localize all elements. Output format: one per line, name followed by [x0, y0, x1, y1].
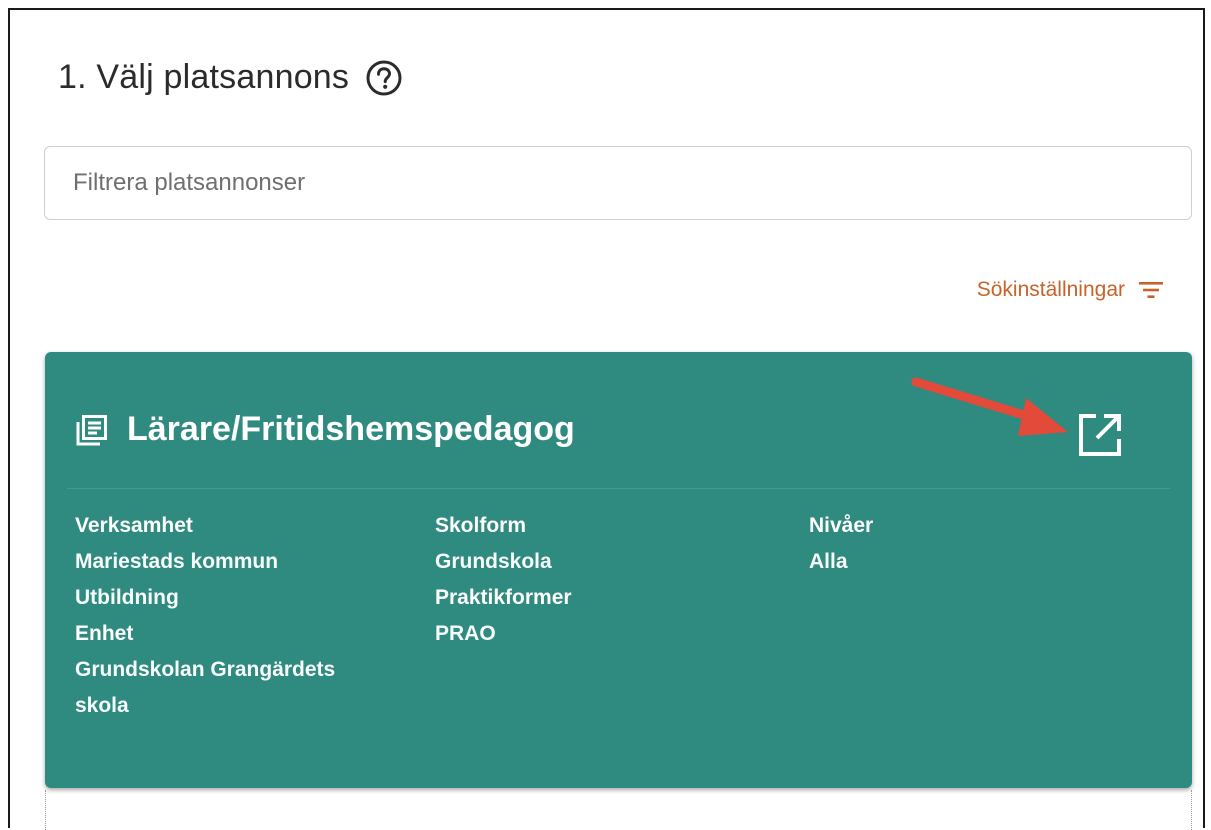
panel-frame: 1. Välj platsannons Sökinställningar — [8, 8, 1205, 830]
search-box — [44, 146, 1192, 220]
field-value: Utbildning — [75, 586, 179, 609]
search-input[interactable] — [45, 147, 1191, 219]
filter-list-icon — [1139, 280, 1163, 300]
search-settings-button[interactable]: Sökinställningar — [977, 278, 1163, 302]
red-arrow-annotation — [911, 377, 1068, 436]
next-card-edge — [45, 790, 1192, 830]
field-value: skola — [75, 694, 129, 717]
field-value: Grundskola — [435, 550, 552, 573]
field-label-nivaer: Nivåer — [809, 514, 874, 537]
page-title: 1. Välj platsannons — [58, 58, 350, 96]
field-label-enhet: Enhet — [75, 622, 134, 645]
card-divider — [67, 488, 1170, 489]
field-value: Mariestads kommun — [75, 550, 279, 573]
details-column-1: Verksamhet Mariestads kommun Utbildning … — [75, 508, 435, 724]
open-in-new-icon[interactable] — [1075, 410, 1125, 460]
title-row: 1. Välj platsannons — [58, 58, 403, 97]
help-circle-icon[interactable] — [365, 59, 403, 97]
field-label-praktikformer: Praktikformer — [435, 586, 572, 609]
details-column-3: Nivåer Alla — [809, 508, 1109, 724]
card-title: Lärare/Fritidshemspedagog — [127, 410, 575, 448]
card-header: Lärare/Fritidshemspedagog — [75, 410, 575, 449]
field-label-skolform: Skolform — [435, 514, 527, 537]
card-details: Verksamhet Mariestads kommun Utbildning … — [75, 508, 1109, 724]
field-value: Grundskolan Grangärdets — [75, 658, 336, 681]
details-column-2: Skolform Grundskola Praktikformer PRAO — [435, 508, 809, 724]
article-list-icon — [75, 413, 109, 447]
search-settings-label: Sökinställningar — [976, 278, 1125, 301]
field-label-verksamhet: Verksamhet — [75, 514, 193, 537]
field-value: Alla — [809, 550, 848, 573]
field-value: PRAO — [435, 622, 496, 645]
